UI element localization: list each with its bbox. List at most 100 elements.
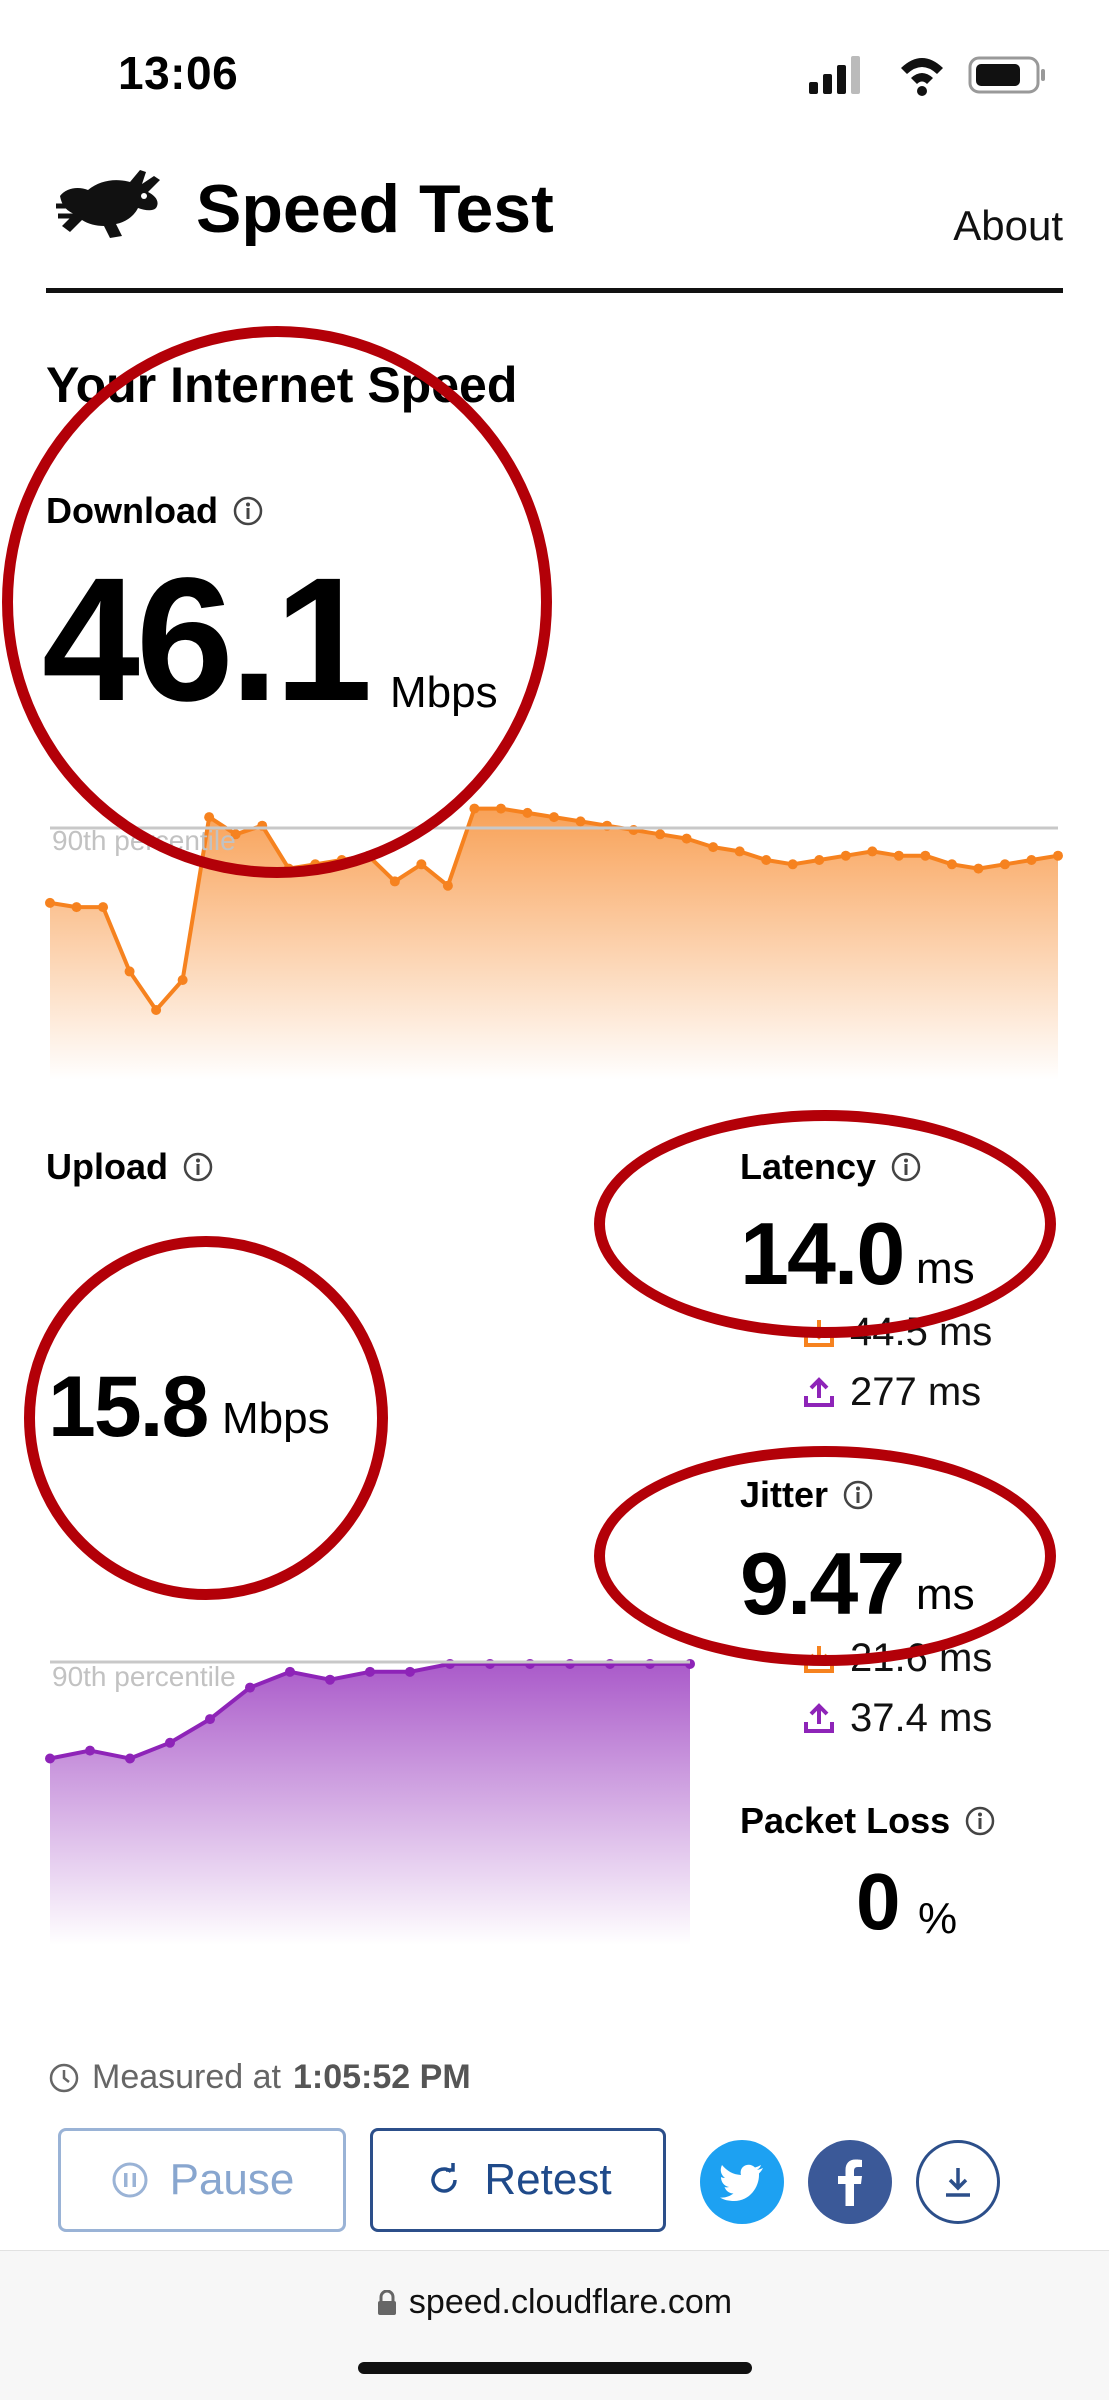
jitter-loaded-upload: 37.4 ms: [802, 1696, 992, 1741]
download-chart-point: [389, 876, 400, 887]
download-chart-point: [151, 1005, 162, 1015]
packet-loss-label-text: Packet Loss: [740, 1800, 951, 1841]
retest-button[interactable]: Retest: [370, 2128, 666, 2232]
section-title: Your Internet Speed: [46, 357, 518, 413]
download-chart-point: [946, 859, 957, 870]
download-chart: 90th percentile: [45, 803, 1063, 1080]
jitter-loaded-upload-value: 37.4 ms: [850, 1696, 993, 1740]
cellular-signal-icon: [809, 56, 860, 94]
refresh-icon: [431, 2163, 458, 2193]
upload-chart-point: [445, 1658, 455, 1669]
download-chart-point: [1026, 855, 1037, 865]
upload-unit: Mbps: [222, 1394, 330, 1443]
upload-value: 15.8: [48, 1359, 209, 1455]
info-icon[interactable]: [964, 1805, 996, 1837]
download-results-button[interactable]: [916, 2140, 1000, 2224]
upload-chart-point: [85, 1745, 95, 1756]
download-chart-point: [177, 975, 188, 985]
jitter-label: Jitter: [740, 1474, 874, 1516]
download-chart-point: [575, 816, 586, 827]
download-chart-point: [973, 863, 984, 874]
info-icon[interactable]: [232, 495, 264, 527]
download-chart-point: [761, 855, 772, 865]
upload-arrow-icon: [804, 1702, 834, 1733]
facebook-icon: [838, 2159, 862, 2206]
download-chart-point: [708, 842, 719, 853]
download-percentile-label: 90th percentile: [52, 825, 236, 856]
download-chart-point: [204, 812, 215, 823]
facebook-share-button[interactable]: [808, 2140, 892, 2224]
upload-chart-point: [205, 1714, 215, 1725]
download-chart-point: [893, 850, 904, 861]
url-text: speed.cloudflare.com: [408, 2283, 733, 2321]
twitter-share-button[interactable]: [700, 2140, 784, 2224]
retest-label: Retest: [484, 2155, 612, 2204]
download-chart-point: [814, 855, 825, 865]
download-chart-point: [681, 833, 692, 844]
upload-chart-point: [605, 1658, 615, 1669]
rabbit-logo-icon: [56, 170, 160, 238]
upload-chart-point: [405, 1666, 415, 1677]
download-arrow-icon: [804, 1645, 834, 1673]
jitter-unit: ms: [916, 1570, 975, 1619]
download-chart-point: [98, 902, 109, 913]
about-link[interactable]: About: [953, 202, 1063, 250]
packet-loss-label: Packet Loss: [740, 1800, 996, 1842]
download-chart-point: [920, 850, 931, 861]
home-indicator[interactable]: [358, 2362, 752, 2374]
download-chart-point: [363, 850, 374, 861]
latency-loaded-download: 44.5 ms: [802, 1310, 992, 1355]
wifi-icon: [901, 58, 943, 96]
pause-label: Pause: [169, 2155, 295, 2204]
info-icon[interactable]: [890, 1151, 922, 1183]
download-chart-point: [1053, 850, 1063, 861]
measured-prefix: Measured at: [92, 2058, 281, 2096]
jitter-loaded-download-value: 21.6 ms: [850, 1636, 993, 1680]
info-icon[interactable]: [842, 1479, 874, 1511]
browser-url-bar[interactable]: speed.cloudflare.com: [0, 2250, 1109, 2400]
measured-time: 1:05:52 PM: [293, 2058, 471, 2096]
packet-loss-value: 0: [856, 1857, 901, 1946]
latency-value: 14.0: [740, 1204, 905, 1303]
upload-arrow-icon: [804, 1376, 834, 1407]
upload-chart-point: [645, 1658, 655, 1669]
download-chart-point: [495, 803, 506, 814]
download-label: Download: [46, 490, 264, 532]
upload-chart-point: [45, 1753, 55, 1764]
measured-at: Measured at 1:05:52 PM: [48, 2058, 471, 2097]
upload-chart-point: [525, 1658, 535, 1669]
upload-chart-point: [325, 1674, 335, 1685]
upload-chart: 90th percentile: [45, 1658, 695, 1945]
url-display[interactable]: speed.cloudflare.com: [0, 2283, 1109, 2322]
upload-chart-point: [245, 1682, 255, 1693]
info-icon[interactable]: [182, 1151, 214, 1183]
latency-loaded-download-value: 44.5 ms: [850, 1310, 993, 1354]
pause-button[interactable]: Pause: [58, 2128, 346, 2232]
download-chart-point: [71, 902, 82, 913]
header-divider: [46, 288, 1063, 293]
upload-chart-point: [285, 1666, 295, 1677]
upload-chart-point: [685, 1658, 695, 1669]
upload-chart-area: [50, 1663, 690, 1945]
download-value: 46.1: [42, 542, 373, 738]
download-chart-point: [124, 966, 135, 977]
packet-loss-unit: %: [918, 1894, 958, 1943]
download-chart-point: [655, 829, 666, 840]
upload-chart-point: [365, 1666, 375, 1677]
download-chart-point: [283, 863, 294, 874]
site-title: Speed Test: [196, 171, 554, 247]
status-time: 13:06: [118, 47, 239, 99]
download-chart-point: [442, 880, 453, 891]
upload-chart-point: [485, 1658, 495, 1669]
download-chart-point: [999, 859, 1010, 870]
latency-loaded-upload-value: 277 ms: [850, 1370, 982, 1414]
upload-percentile-label: 90th percentile: [52, 1661, 236, 1692]
upload-chart-point: [125, 1753, 135, 1764]
download-chart-point: [867, 846, 878, 857]
latency-label: Latency: [740, 1146, 922, 1188]
download-chart-point: [336, 855, 347, 865]
upload-chart-point: [565, 1658, 575, 1669]
latency-loaded-upload: 277 ms: [802, 1370, 981, 1415]
clock-icon: [49, 2063, 79, 2092]
upload-chart-point: [165, 1737, 175, 1748]
